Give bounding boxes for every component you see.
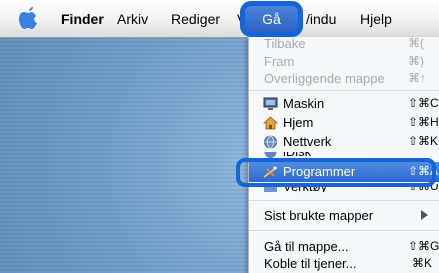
menu-item-koble-til-tjener[interactable]: Koble til tjener... ⌘K (249, 255, 439, 273)
menu-item-tilbake: Tilbake ⌘( (264, 36, 424, 51)
menu-separator (249, 230, 439, 231)
menu-item-ga-til-mappe[interactable]: Gå til mappe... ⇧⌘G (249, 238, 439, 256)
callout-highlight-frame (236, 158, 436, 187)
menu-item-nettverk[interactable]: Nettverk ⇧⌘K (249, 133, 439, 151)
menu-bar: Finder Arkiv Rediger Vi Gå /indu Hjelp (0, 0, 439, 38)
menu-separator (249, 200, 439, 201)
menu-item-overliggende-mappe: Overliggende mappe ⌘↑ (264, 71, 426, 86)
menu-item-hjem[interactable]: Hjem ⇧⌘H (249, 114, 439, 132)
menu-item-maskin[interactable]: Maskin ⇧⌘C (249, 95, 439, 113)
home-icon (263, 116, 278, 130)
menu-item-fram: Fram ⌘) (264, 54, 424, 69)
menu-finder[interactable]: Finder (61, 11, 104, 29)
submenu-arrow-icon (421, 210, 428, 220)
menu-ga[interactable]: Gå (240, 1, 303, 37)
go-menu-dropdown: Tilbake ⌘( Fram ⌘) Overliggende mappe ⌘↑… (248, 36, 439, 273)
menu-hjelp[interactable]: Hjelp (360, 11, 392, 29)
apple-icon[interactable] (17, 7, 39, 31)
menu-rediger[interactable]: Rediger (171, 11, 220, 29)
menu-item-sist-brukte-mapper[interactable]: Sist brukte mapper (249, 207, 439, 225)
menu-vindu[interactable]: /indu (306, 11, 336, 29)
computer-icon (263, 97, 278, 110)
menu-separator (249, 90, 439, 91)
network-icon (264, 135, 277, 149)
menu-arkiv[interactable]: Arkiv (117, 11, 148, 29)
